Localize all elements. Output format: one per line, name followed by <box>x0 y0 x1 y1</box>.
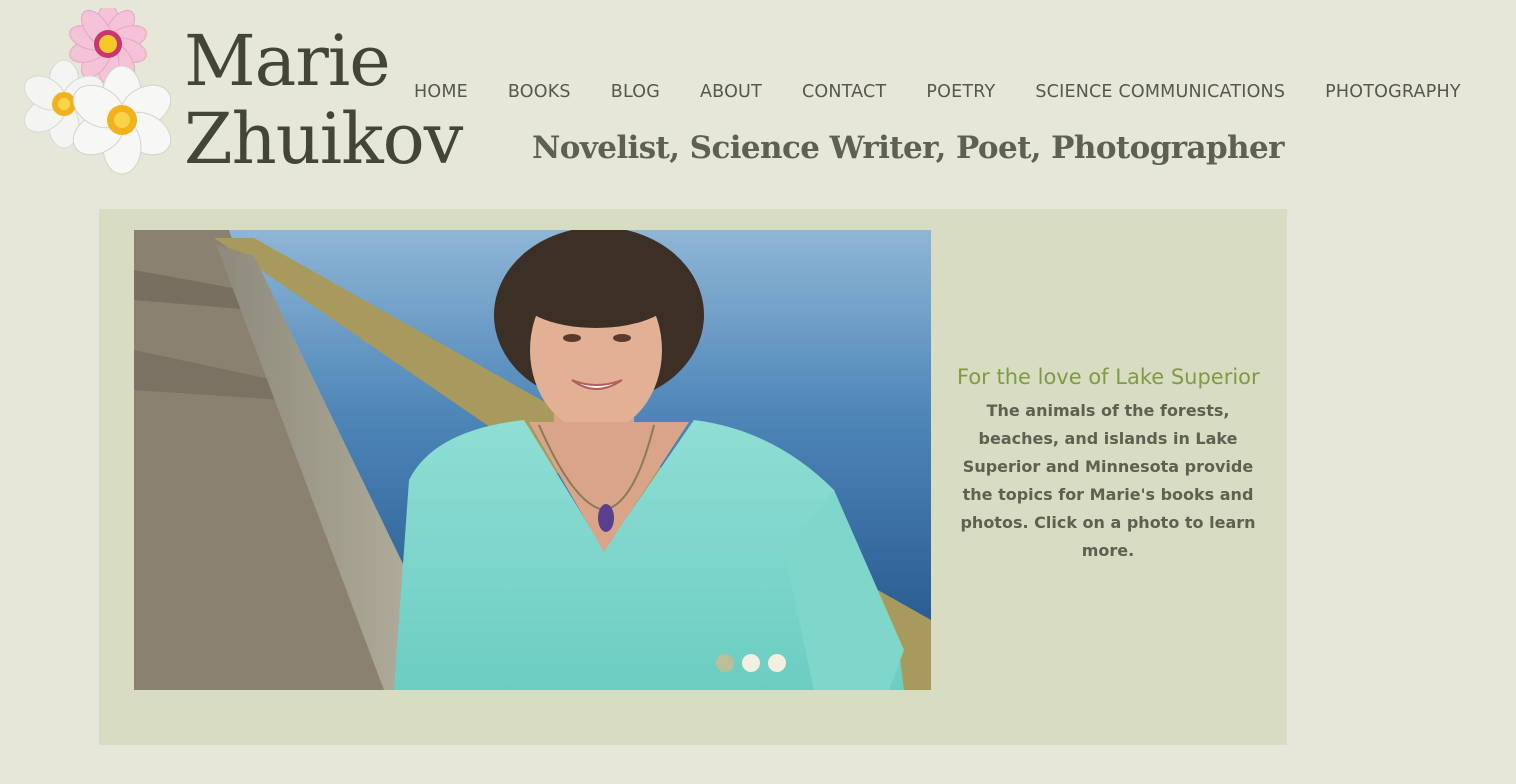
slider-dot-2[interactable] <box>742 654 760 672</box>
slider-dot-3[interactable] <box>768 654 786 672</box>
slide-photo[interactable] <box>134 230 931 690</box>
nav-photography[interactable]: PHOTOGRAPHY <box>1325 82 1461 102</box>
nav-about[interactable]: ABOUT <box>700 82 762 102</box>
flower-logo-icon[interactable] <box>18 3 186 178</box>
slider-panel: For the love of Lake Superior The animal… <box>99 209 1287 745</box>
slider-dot-1[interactable] <box>716 654 734 672</box>
site-title-line2: Zhuikov <box>184 98 463 180</box>
main-nav: HOME BOOKS BLOG ABOUT CONTACT POETRY SCI… <box>414 82 1461 102</box>
nav-home[interactable]: HOME <box>414 82 468 102</box>
slider-dots <box>716 654 786 672</box>
slide-caption-text: The animals of the forests, beaches, and… <box>960 401 1256 560</box>
site-tagline: Novelist, Science Writer, Poet, Photogra… <box>532 130 1284 166</box>
slide-caption-title: For the love of Lake Superior <box>957 365 1260 389</box>
nav-science-communications[interactable]: SCIENCE COMMUNICATIONS <box>1035 82 1285 102</box>
nav-poetry[interactable]: POETRY <box>926 82 995 102</box>
nav-blog[interactable]: BLOG <box>611 82 660 102</box>
nav-contact[interactable]: CONTACT <box>802 82 886 102</box>
nav-books[interactable]: BOOKS <box>508 82 571 102</box>
slide-caption: For the love of Lake Superior The animal… <box>957 365 1260 565</box>
